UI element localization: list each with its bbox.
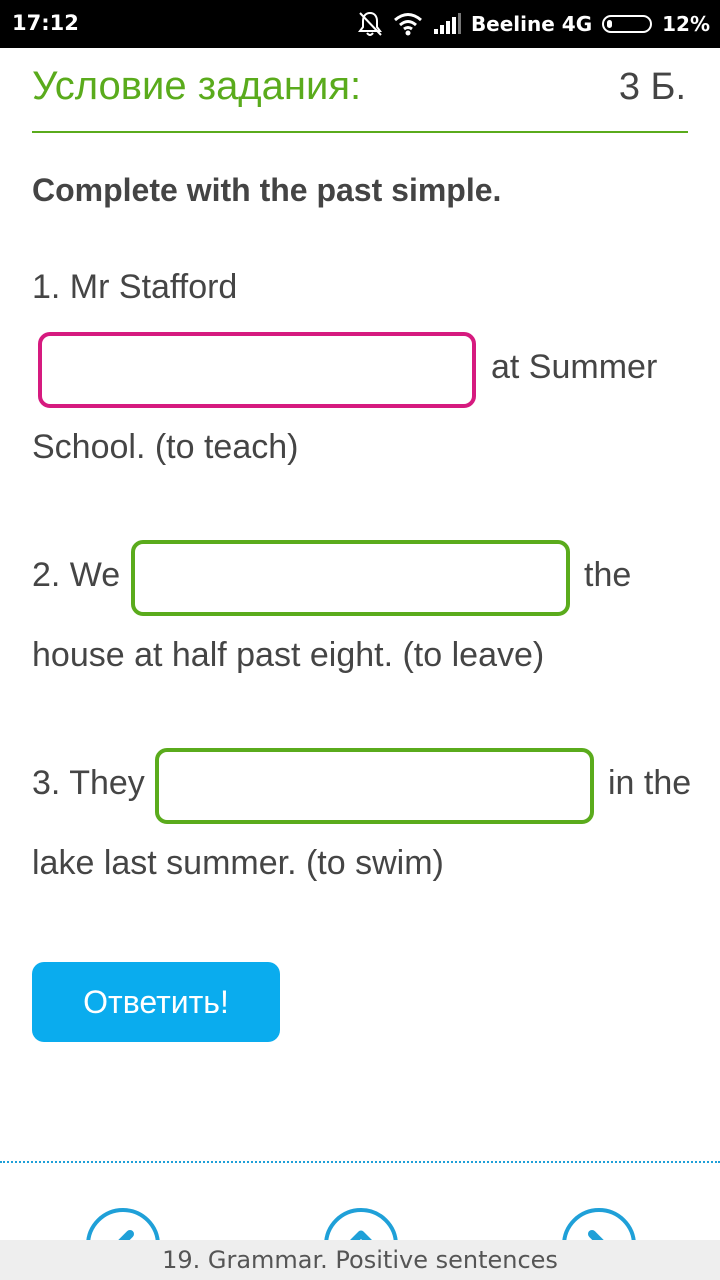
item-3-tail: lake last summer. (to swim) (32, 844, 444, 882)
item-1-prefix: 1. Mr Stafford (32, 268, 238, 306)
carrier-label: Beeline 4G (470, 12, 593, 36)
item-2-answer-input[interactable] (131, 540, 570, 616)
item-3-answer-input[interactable] (155, 748, 594, 824)
task-title: Условие задания: (32, 64, 362, 108)
item-1-answer-input[interactable] (38, 332, 476, 408)
submit-answer-button[interactable]: Ответить! (32, 962, 280, 1042)
page-title-bar: 19. Grammar. Positive sentences (0, 1240, 720, 1280)
item-2-after: the (584, 556, 632, 594)
item-2-prefix: 2. We (32, 556, 121, 594)
item-3-prefix: 3. They (32, 764, 145, 802)
item-2-tail: house at half past eight. (to leave) (32, 636, 545, 674)
battery-icon (602, 15, 653, 33)
status-bar: 17:12 Beeline 4G 12% (0, 0, 720, 48)
exercise-instruction: Complete with the past simple. (32, 172, 502, 208)
muted-bell-icon (357, 10, 383, 38)
status-right-group: Beeline 4G 12% (357, 0, 710, 48)
wifi-icon (393, 12, 423, 36)
status-time: 17:12 (12, 11, 79, 35)
header-divider (32, 131, 688, 133)
item-1-after: at Summer (491, 348, 658, 386)
nav-divider (0, 1161, 720, 1163)
item-3-after: in the (608, 764, 692, 802)
item-1-tail: School. (to teach) (32, 428, 299, 466)
battery-percent: 12% (662, 12, 710, 36)
signal-icon (433, 13, 461, 35)
task-points: 3 Б. (618, 66, 686, 108)
battery-level (607, 20, 613, 28)
